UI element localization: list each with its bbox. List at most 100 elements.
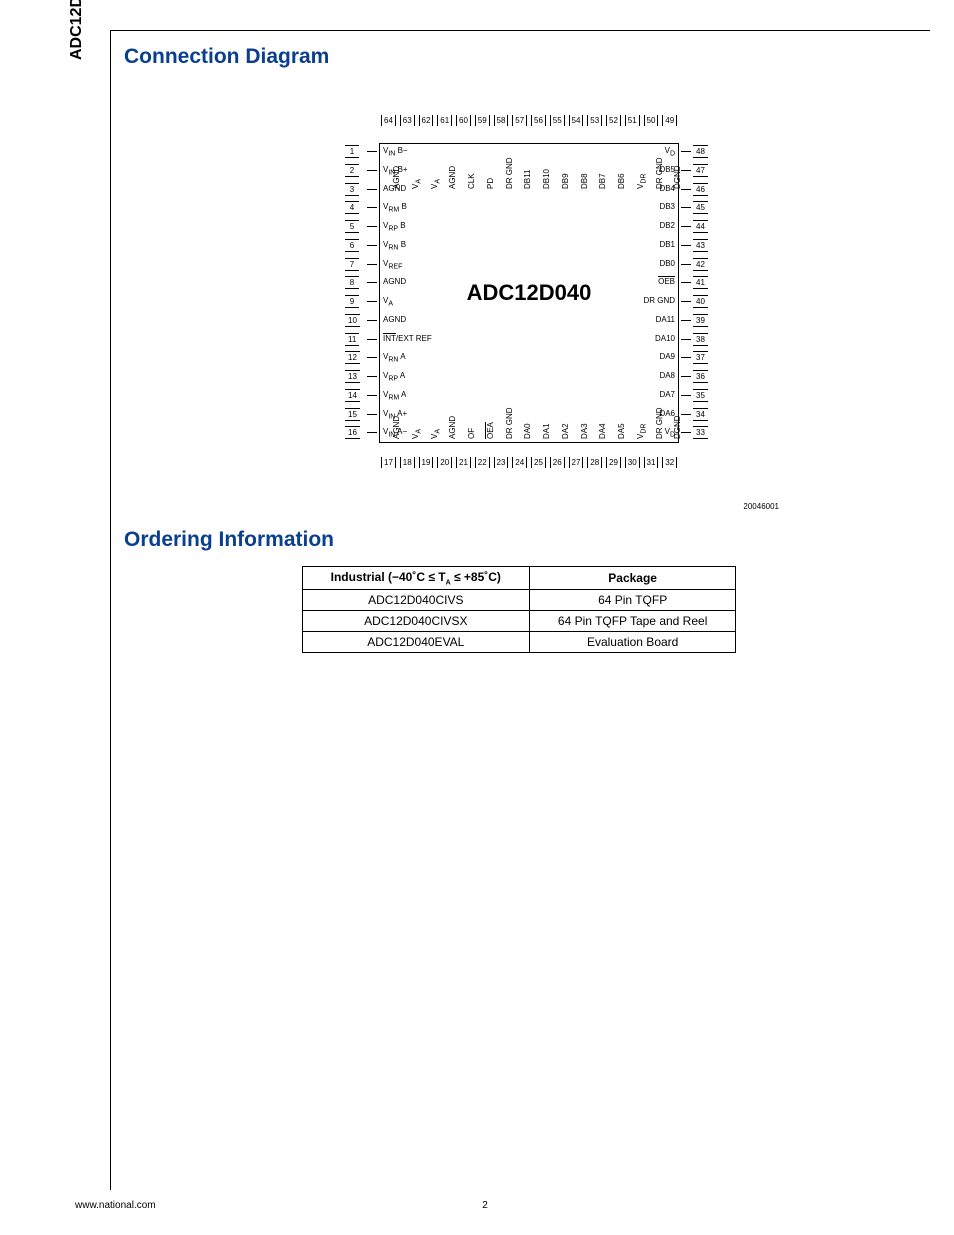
- pin-label: DGND: [673, 165, 682, 189]
- pin-number: 50: [644, 115, 659, 126]
- sidebar-part-number: ADC12D040: [68, 0, 86, 60]
- pin-label: DA7: [659, 390, 675, 399]
- pin-label: DR GND: [643, 296, 675, 305]
- pin-label: DR GND: [505, 407, 514, 439]
- pin-number: 15: [345, 408, 360, 421]
- pin-number: 25: [531, 457, 546, 468]
- pin-number: 30: [625, 457, 640, 468]
- pin-label: DB6: [617, 173, 626, 189]
- pin-number: 13: [345, 370, 360, 383]
- pin-label: VD: [665, 146, 675, 158]
- pin-label: PD: [486, 178, 495, 189]
- pin-number: 45: [693, 201, 708, 214]
- pin-label: VRP B: [383, 221, 406, 233]
- pin-label: DB9: [561, 173, 570, 189]
- pin-number: 28: [587, 457, 602, 468]
- pin-number: 40: [693, 295, 708, 308]
- pin-number: 29: [606, 457, 621, 468]
- pin-number: 57: [512, 115, 527, 126]
- pin-label: DGND: [673, 415, 682, 439]
- pin-label: DA4: [598, 423, 607, 439]
- pin-label: VDR: [636, 424, 648, 439]
- table-cell: ADC12D040CIVSX: [302, 611, 529, 632]
- pin-label: DA0: [523, 423, 532, 439]
- pin-label: VDR: [636, 174, 648, 189]
- page-content: Connection Diagram ADC12D040 20046001 1 V…: [124, 45, 914, 653]
- table-cell: 64 Pin TQFP: [529, 590, 735, 611]
- pin-number: 60: [456, 115, 471, 126]
- th-package: Package: [529, 567, 735, 590]
- pin-number: 27: [569, 457, 584, 468]
- connection-diagram: ADC12D040 20046001 1VIN B−2VIN B+3AGND4V…: [124, 83, 914, 498]
- pin-number: 11: [345, 333, 359, 346]
- pin-label: AGND: [392, 166, 401, 189]
- pin-label: DA2: [561, 423, 570, 439]
- pin-number: 26: [550, 457, 565, 468]
- pin-number: 2: [345, 164, 359, 177]
- pin-label: DB1: [659, 240, 675, 249]
- pin-number: 35: [693, 389, 708, 402]
- pin-number: 36: [693, 370, 708, 383]
- pin-number: 41: [693, 276, 708, 289]
- connection-diagram-heading: Connection Diagram: [124, 45, 914, 69]
- table-cell: ADC12D040EVAL: [302, 632, 529, 653]
- pin-label: DR GND: [655, 157, 664, 189]
- pin-number: 49: [662, 115, 677, 126]
- pin-number: 9: [345, 295, 359, 308]
- pin-number: 44: [693, 220, 708, 233]
- pin-label: OF: [467, 428, 476, 439]
- pin-number: 54: [569, 115, 584, 126]
- pin-label: VRM B: [383, 202, 407, 214]
- pin-label: DB8: [580, 173, 589, 189]
- table-row: ADC12D040CIVSX64 Pin TQFP Tape and Reel: [302, 611, 736, 632]
- pin-number: 14: [345, 389, 360, 402]
- pin-label: VRP A: [383, 371, 405, 383]
- pin-label: DB10: [542, 169, 551, 189]
- pin-number: 39: [693, 314, 708, 327]
- chip-name: ADC12D040: [467, 280, 592, 306]
- pin-number: 56: [531, 115, 546, 126]
- pin-number: 55: [550, 115, 565, 126]
- pin-label: DB0: [659, 259, 675, 268]
- pin-number: 6: [345, 239, 359, 252]
- pin-number: 10: [345, 314, 360, 327]
- table-header-row: Industrial (−40˚C ≤ TA ≤ +85˚C) Package: [302, 567, 736, 590]
- pin-label: VIN B−: [383, 146, 408, 158]
- pin-label: VA: [411, 429, 423, 439]
- th-industrial: Industrial (−40˚C ≤ TA ≤ +85˚C): [302, 567, 529, 590]
- pin-number: 52: [606, 115, 621, 126]
- table-cell: 64 Pin TQFP Tape and Reel: [529, 611, 735, 632]
- pin-label: INT/EXT REF: [383, 334, 432, 343]
- pin-label: VA: [430, 179, 442, 189]
- pin-number: 38: [693, 333, 708, 346]
- pin-number: 20: [437, 457, 452, 468]
- pin-label: DA8: [659, 371, 675, 380]
- pin-label: DR GND: [655, 407, 664, 439]
- pin-label: DA10: [655, 334, 675, 343]
- diagram-id: 20046001: [743, 502, 779, 511]
- pin-number: 5: [345, 220, 359, 233]
- pin-label: DR GND: [505, 157, 514, 189]
- ordering-table: Industrial (−40˚C ≤ TA ≤ +85˚C) Package …: [302, 566, 737, 653]
- pin-label: VRN A: [383, 352, 406, 364]
- pin-number: 42: [693, 258, 708, 271]
- table-cell: Evaluation Board: [529, 632, 735, 653]
- pin-label: OEB: [658, 277, 675, 286]
- footer-url: www.national.com: [75, 1200, 156, 1211]
- ordering-info-heading: Ordering Information: [124, 528, 914, 552]
- pin-number: 4: [345, 201, 359, 214]
- pin-number: 46: [693, 183, 708, 196]
- pin-label: VREF: [383, 259, 402, 271]
- pin-number: 1: [345, 145, 359, 158]
- pin-number: 21: [456, 457, 471, 468]
- pin-label: VA: [430, 429, 442, 439]
- pin-label: AGND: [383, 315, 406, 324]
- table-row: ADC12D040CIVS64 Pin TQFP: [302, 590, 736, 611]
- pin-label: VA: [383, 296, 393, 308]
- pin-label: DB11: [523, 170, 532, 189]
- pin-label: VRN B: [383, 240, 406, 252]
- pin-label: AGND: [448, 416, 457, 439]
- pin-label: DA1: [542, 423, 551, 439]
- pin-number: 24: [512, 457, 527, 468]
- pin-number: 37: [693, 351, 708, 364]
